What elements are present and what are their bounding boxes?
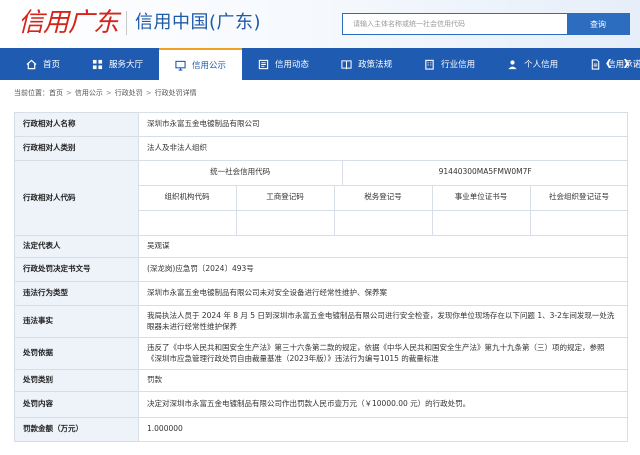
penalty-content-value: 决定对深圳市永富五金电镀制品有限公司作出罚款人民币壹万元（￥10000.00 元… xyxy=(138,391,628,418)
violation-type-value: 深圳市永富五金电镀制品有限公司未对安全设备进行经常性维护、保养案 xyxy=(138,281,628,306)
party-code-cell: 统一社会信用代码 91440300MA5FMW0M7F 组织机构代码 工商登记码… xyxy=(138,160,628,236)
table-row: 行政相对人名称 深圳市永富五金电镀制品有限公司 xyxy=(14,112,628,137)
social-org-label: 社会组织登记证号 xyxy=(529,184,628,211)
table-row: 处罚类别 罚款 xyxy=(14,369,628,392)
table-row: 行政相对人类别 法人及非法人组织 xyxy=(14,136,628,161)
nav-item-label: 服务大厅 xyxy=(109,60,144,70)
violation-facts-value: 我局执法人员于 2024 年 8 月 5 日到深圳市永富五金电镀制品有限公司进行… xyxy=(138,305,628,338)
nav-item-personal-credit[interactable]: 个人信用 xyxy=(491,48,574,80)
nav-item-label: 首页 xyxy=(43,60,61,70)
news-icon xyxy=(258,59,269,69)
grid-icon xyxy=(92,59,103,69)
site-title: 信用中国(广东) xyxy=(135,12,262,33)
fine-amount-value: 1.000000 xyxy=(138,417,628,442)
uscc-label: 统一社会信用代码 xyxy=(138,160,343,186)
book-icon xyxy=(341,59,352,69)
party-type-value: 法人及非法人组织 xyxy=(138,136,628,161)
breadcrumb-prefix: 当前位置： xyxy=(14,89,49,97)
org-code-value xyxy=(138,209,237,236)
site-logo[interactable]: 信用广东 信用中国(广东) xyxy=(18,8,261,38)
row-label: 行政相对人名称 xyxy=(14,112,139,137)
uscc-value: 91440300MA5FMW0M7F xyxy=(341,160,628,186)
social-org-value xyxy=(529,209,628,236)
row-label: 处罚内容 xyxy=(14,391,139,418)
row-label: 处罚类别 xyxy=(14,369,139,392)
chevron-left-icon[interactable]: ❮ xyxy=(605,59,613,69)
penalty-detail-table: 行政相对人名称 深圳市永富五金电镀制品有限公司 行政相对人类别 法人及非法人组织… xyxy=(14,112,628,442)
logo-calligraphy: 信用广东 xyxy=(18,8,119,38)
business-reg-value xyxy=(235,209,335,236)
tax-reg-value xyxy=(333,209,433,236)
table-row: 违法事实 我局执法人员于 2024 年 8 月 5 日到深圳市永富五金电镀制品有… xyxy=(14,305,628,338)
nav-item-policies[interactable]: 政策法规 xyxy=(325,48,408,80)
breadcrumb: 当前位置： 首页 > 信用公示 > 行政处罚 > 行政处罚详情 xyxy=(0,84,640,102)
row-label: 行政相对人类别 xyxy=(14,136,139,161)
logo-divider xyxy=(126,11,128,35)
home-icon xyxy=(26,59,37,69)
breadcrumb-link-publicity[interactable]: 信用公示 xyxy=(75,88,103,98)
party-name-value: 深圳市永富五金电镀制品有限公司 xyxy=(138,112,628,137)
row-label: 违法行为类型 xyxy=(14,281,139,306)
nav-item-credit-news[interactable]: 信用动态 xyxy=(242,48,325,80)
table-row: 违法行为类型 深圳市永富五金电镀制品有限公司未对安全设备进行经常性维护、保养案 xyxy=(14,281,628,306)
table-row: 处罚依据 违反了《中华人民共和国安全生产法》第三十六条第二款的规定，依据《中华人… xyxy=(14,337,628,370)
breadcrumb-current: 行政处罚详情 xyxy=(154,89,197,97)
breadcrumb-separator: > xyxy=(105,89,112,97)
row-label: 违法事实 xyxy=(14,305,139,338)
search-input[interactable] xyxy=(343,14,567,34)
table-row: 罚款金额（万元） 1.000000 xyxy=(14,417,628,442)
nav-item-credit-publicity[interactable]: 信用公示 xyxy=(159,48,243,80)
chevron-right-icon[interactable]: ❯ xyxy=(622,59,630,69)
site-header: 信用广东 信用中国(广东) 查询 xyxy=(0,0,640,48)
document-icon xyxy=(591,58,600,70)
penalty-basis-value: 违反了《中华人民共和国安全生产法》第三十六条第二款的规定，依据《中华人民共和国安… xyxy=(138,337,628,370)
tax-reg-label: 税务登记号 xyxy=(333,184,433,211)
row-label: 法定代表人 xyxy=(14,235,139,258)
legal-rep-value: 吴观谋 xyxy=(138,235,628,258)
breadcrumb-separator: > xyxy=(145,89,152,97)
row-label: 处罚依据 xyxy=(14,337,139,370)
table-row: 法定代表人 吴观谋 xyxy=(14,235,628,258)
nav-item-label: 信用公示 xyxy=(192,61,227,71)
nav-scroll-controls: ❮ ❯ xyxy=(605,48,630,80)
table-row: 行政处罚决定书文号 (深龙岗)应急罚〔2024〕493号 xyxy=(14,257,628,282)
search-button[interactable]: 查询 xyxy=(567,14,629,34)
penalty-category-value: 罚款 xyxy=(138,369,628,392)
breadcrumb-separator: > xyxy=(66,89,72,97)
breadcrumb-link-home[interactable]: 首页 xyxy=(49,88,63,98)
doc-number-value: (深龙岗)应急罚〔2024〕493号 xyxy=(138,257,628,282)
building-icon xyxy=(425,59,434,70)
nav-item-industry-credit[interactable]: 行业信用 xyxy=(408,48,491,80)
nav-item-label: 行业信用 xyxy=(441,60,476,70)
table-row: 处罚内容 决定对深圳市永富五金电镀制品有限公司作出罚款人民币壹万元（￥10000… xyxy=(14,391,628,418)
main-nav: 首页 服务大厅 信用公示 信用动态 政策法规 行业信用 个人信用 信用承诺 ❮ … xyxy=(0,48,640,80)
institution-cert-label: 事业单位证书号 xyxy=(431,184,531,211)
org-code-label: 组织机构代码 xyxy=(138,184,237,211)
institution-cert-value xyxy=(431,209,531,236)
nav-item-label: 个人信用 xyxy=(524,60,559,70)
nav-item-service-hall[interactable]: 服务大厅 xyxy=(76,48,159,80)
nav-item-label: 政策法规 xyxy=(358,60,393,70)
table-row: 行政相对人代码 统一社会信用代码 91440300MA5FMW0M7F 组织机构… xyxy=(14,160,628,236)
search-bar: 查询 xyxy=(342,13,630,35)
row-label: 行政处罚决定书文号 xyxy=(14,257,139,282)
row-label: 行政相对人代码 xyxy=(14,160,139,236)
business-reg-label: 工商登记码 xyxy=(235,184,335,211)
nav-item-home[interactable]: 首页 xyxy=(10,48,76,80)
monitor-icon xyxy=(175,60,186,71)
row-label: 罚款金额（万元） xyxy=(14,417,139,442)
breadcrumb-link-penalty[interactable]: 行政处罚 xyxy=(115,88,143,98)
person-icon xyxy=(508,59,517,69)
nav-item-label: 信用动态 xyxy=(275,60,310,70)
